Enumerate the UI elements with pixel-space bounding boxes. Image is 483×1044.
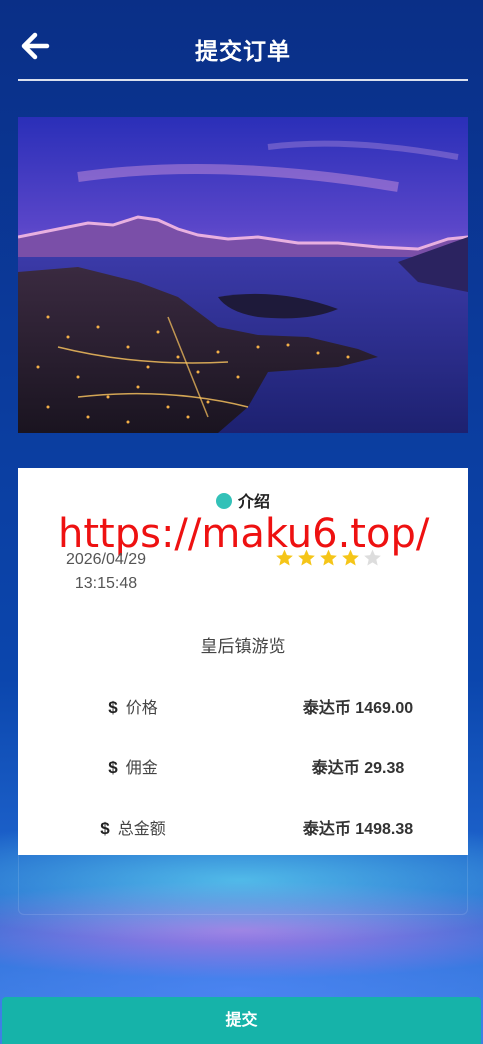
star-filled-icon xyxy=(276,549,293,566)
card-shadow xyxy=(18,855,468,915)
dot-icon xyxy=(215,493,232,509)
order-card: 介绍 https://maku6.top/ 2026/04/29 13:15:4… xyxy=(18,468,468,855)
product-name: 皇后镇游览 xyxy=(200,637,286,656)
dollar-icon: $ xyxy=(100,819,110,838)
star-filled-icon xyxy=(298,549,315,566)
price-value: 泰达币 1469.00 xyxy=(302,700,414,717)
star-filled-icon xyxy=(320,549,337,566)
header: 提交订单 xyxy=(18,0,468,81)
dollar-icon: $ xyxy=(108,758,118,777)
commission-label: $ 佣金 xyxy=(108,758,158,777)
price-label: $ 价格 xyxy=(108,698,158,717)
order-time: 13:15:48 xyxy=(74,575,138,592)
intro-heading: 介绍 xyxy=(18,488,468,512)
star-empty-icon xyxy=(364,549,381,566)
hero-image xyxy=(18,117,468,433)
submit-button[interactable]: 提交 xyxy=(2,997,481,1044)
rating-stars xyxy=(274,548,384,568)
page-title: 提交订单 xyxy=(195,38,291,64)
total-value: 泰达币 1498.38 xyxy=(302,821,414,838)
order-date: 2026/04/29 xyxy=(65,551,147,568)
order-datetime: 2026/04/29 13:15:48 xyxy=(56,548,156,596)
star-filled-icon xyxy=(342,549,359,566)
dollar-icon: $ xyxy=(108,698,118,717)
total-label: $ 总金额 xyxy=(100,819,166,838)
intro-label: 介绍 xyxy=(237,494,270,511)
commission-value: 泰达币 29.38 xyxy=(311,760,405,777)
